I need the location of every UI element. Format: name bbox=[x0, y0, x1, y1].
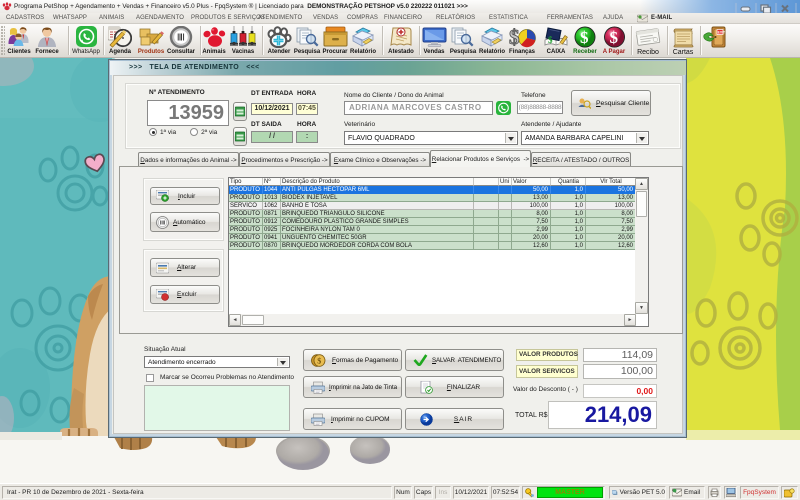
svg-text:$: $ bbox=[580, 28, 589, 47]
svg-text:EXIT: EXIT bbox=[718, 31, 726, 35]
svg-text:$: $ bbox=[610, 28, 619, 47]
svg-text:$: $ bbox=[317, 356, 321, 365]
svg-text:$: $ bbox=[548, 35, 553, 45]
svg-text:$: $ bbox=[509, 26, 520, 48]
